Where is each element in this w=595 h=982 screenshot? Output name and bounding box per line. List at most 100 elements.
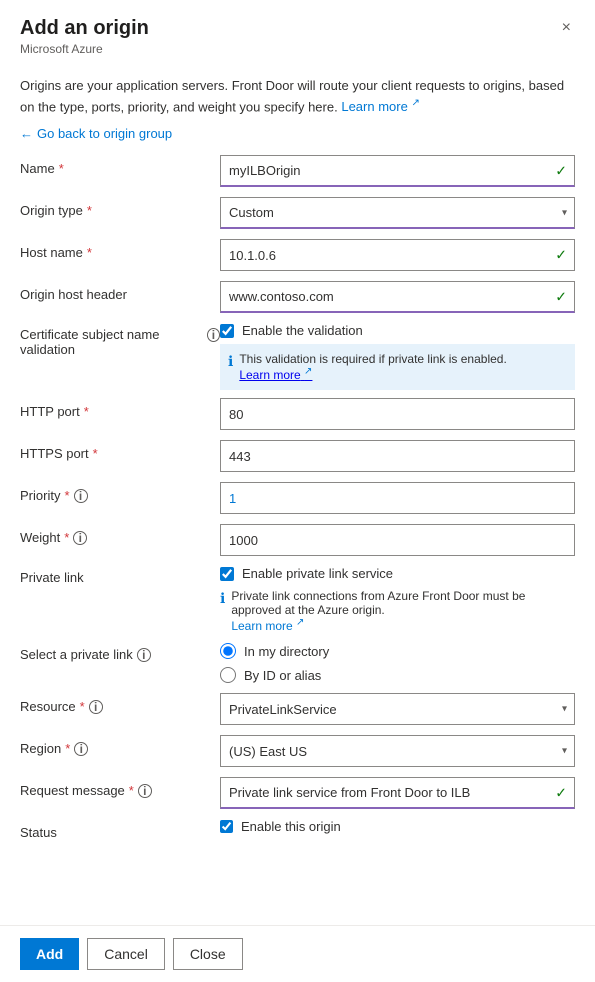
host-name-row: Host name * ✓ bbox=[20, 239, 575, 271]
name-row: Name * ✓ bbox=[20, 155, 575, 187]
priority-row: Priority * i bbox=[20, 482, 575, 514]
add-origin-dialog: Add an origin × Microsoft Azure Origins … bbox=[0, 0, 595, 982]
name-required: * bbox=[59, 161, 64, 176]
request-message-input[interactable] bbox=[220, 777, 575, 809]
cert-validation-checkbox-row: Enable the validation bbox=[220, 323, 575, 338]
region-required: * bbox=[65, 741, 70, 756]
host-name-label: Host name * bbox=[20, 239, 220, 260]
weight-row: Weight * i bbox=[20, 524, 575, 556]
origin-type-dropdown[interactable]: Custom Storage Cloud service Web App App… bbox=[220, 197, 575, 229]
priority-input[interactable] bbox=[220, 482, 575, 514]
cancel-button[interactable]: Cancel bbox=[87, 938, 165, 970]
region-info-icon[interactable]: i bbox=[74, 742, 88, 756]
cert-validation-checkbox[interactable] bbox=[220, 324, 234, 338]
https-port-label: HTTPS port * bbox=[20, 440, 220, 461]
cert-info-circle-icon: ℹ bbox=[228, 353, 233, 370]
name-control: ✓ bbox=[220, 155, 575, 187]
priority-control bbox=[220, 482, 575, 514]
priority-required: * bbox=[64, 488, 69, 503]
weight-required: * bbox=[64, 530, 69, 545]
radio-by-id-or-alias-input[interactable] bbox=[220, 667, 236, 683]
external-link-icon: ↗ bbox=[411, 98, 419, 109]
resource-info-icon[interactable]: i bbox=[89, 700, 103, 714]
cert-validation-checkbox-label: Enable the validation bbox=[242, 323, 363, 338]
info-text: Origins are your application servers. Fr… bbox=[20, 76, 575, 116]
request-message-row: Request message * i ✓ bbox=[20, 777, 575, 809]
http-port-control bbox=[220, 398, 575, 430]
resource-dropdown-wrapper: PrivateLinkService ▾ bbox=[220, 693, 575, 725]
back-to-origin-group-link[interactable]: ← Go back to origin group bbox=[20, 126, 172, 141]
origin-type-row: Origin type * Custom Storage Cloud servi… bbox=[20, 197, 575, 229]
radio-in-my-directory-input[interactable] bbox=[220, 643, 236, 659]
origin-type-label: Origin type * bbox=[20, 197, 220, 218]
weight-info-icon[interactable]: i bbox=[73, 531, 87, 545]
status-row: Status Enable this origin bbox=[20, 819, 575, 851]
radio-by-id-or-alias[interactable]: By ID or alias bbox=[220, 667, 575, 683]
add-button[interactable]: Add bbox=[20, 938, 79, 970]
cert-validation-label: Certificate subject name validation i bbox=[20, 323, 220, 357]
request-message-info-icon[interactable]: i bbox=[138, 784, 152, 798]
host-name-required: * bbox=[87, 245, 92, 260]
cert-ext-link-icon: ↗ bbox=[304, 366, 312, 377]
https-port-input[interactable] bbox=[220, 440, 575, 472]
origin-type-dropdown-wrapper: Custom Storage Cloud service Web App App… bbox=[220, 197, 575, 229]
name-check-icon: ✓ bbox=[555, 163, 567, 180]
private-link-radio-group: In my directory By ID or alias bbox=[220, 643, 575, 683]
weight-input[interactable] bbox=[220, 524, 575, 556]
resource-row: Resource * i PrivateLinkService ▾ bbox=[20, 693, 575, 725]
private-link-info-circle-icon: ℹ bbox=[220, 590, 225, 607]
cert-validation-info-icon[interactable]: i bbox=[207, 328, 220, 342]
private-link-label: Private link bbox=[20, 566, 220, 585]
close-footer-button[interactable]: Close bbox=[173, 938, 243, 970]
dialog-header: Add an origin × Microsoft Azure bbox=[0, 0, 595, 64]
radio-in-my-directory-label: In my directory bbox=[244, 644, 329, 659]
learn-more-link[interactable]: Learn more ↗ bbox=[341, 99, 420, 114]
select-private-link-info-icon[interactable]: i bbox=[137, 648, 151, 662]
status-checkbox-row: Enable this origin bbox=[220, 819, 575, 834]
http-port-input[interactable] bbox=[220, 398, 575, 430]
name-input[interactable] bbox=[220, 155, 575, 187]
origin-type-control: Custom Storage Cloud service Web App App… bbox=[220, 197, 575, 229]
private-link-row: Private link Enable private link service… bbox=[20, 566, 575, 633]
private-link-learn-more-link[interactable]: Learn more ↗ bbox=[231, 619, 304, 633]
dialog-title: Add an origin bbox=[20, 17, 149, 40]
weight-control bbox=[220, 524, 575, 556]
close-button[interactable]: × bbox=[558, 16, 575, 40]
region-label: Region * i bbox=[20, 735, 220, 756]
request-message-required: * bbox=[129, 783, 134, 798]
request-message-control: ✓ bbox=[220, 777, 575, 809]
resource-required: * bbox=[80, 699, 85, 714]
priority-info-icon[interactable]: i bbox=[74, 489, 88, 503]
private-link-ext-link-icon: ↗ bbox=[296, 617, 304, 628]
private-link-checkbox[interactable] bbox=[220, 567, 234, 581]
select-private-link-label: Select a private link i bbox=[20, 643, 220, 662]
http-port-label: HTTP port * bbox=[20, 398, 220, 419]
dialog-body: Origins are your application servers. Fr… bbox=[0, 64, 595, 925]
https-port-control bbox=[220, 440, 575, 472]
host-name-input[interactable] bbox=[220, 239, 575, 271]
private-link-checkbox-label: Enable private link service bbox=[242, 566, 393, 581]
status-control: Enable this origin bbox=[220, 819, 575, 834]
radio-in-my-directory[interactable]: In my directory bbox=[220, 643, 575, 659]
cert-validation-info: ℹ This validation is required if private… bbox=[220, 344, 575, 390]
cert-learn-more-link[interactable]: Learn more ↗ bbox=[239, 368, 312, 382]
https-port-row: HTTPS port * bbox=[20, 440, 575, 472]
region-row: Region * i (US) East US ▾ bbox=[20, 735, 575, 767]
region-dropdown[interactable]: (US) East US bbox=[220, 735, 575, 767]
select-private-link-row: Select a private link i In my directory … bbox=[20, 643, 575, 683]
cert-info-text: This validation is required if private l… bbox=[239, 352, 506, 382]
dialog-footer: Add Cancel Close bbox=[0, 925, 595, 982]
back-arrow-icon: ← bbox=[20, 126, 33, 141]
status-checkbox[interactable] bbox=[220, 820, 233, 833]
status-checkbox-label: Enable this origin bbox=[241, 819, 341, 834]
resource-dropdown[interactable]: PrivateLinkService bbox=[220, 693, 575, 725]
resource-control: PrivateLinkService ▾ bbox=[220, 693, 575, 725]
origin-host-header-input[interactable] bbox=[220, 281, 575, 313]
private-link-info: ℹ Private link connections from Azure Fr… bbox=[220, 589, 575, 633]
private-link-info-text: Private link connections from Azure Fron… bbox=[231, 589, 575, 633]
cert-validation-control: Enable the validation ℹ This validation … bbox=[220, 323, 575, 390]
private-link-checkbox-row: Enable private link service bbox=[220, 566, 575, 581]
region-control: (US) East US ▾ bbox=[220, 735, 575, 767]
host-name-control: ✓ bbox=[220, 239, 575, 271]
http-port-required: * bbox=[84, 404, 89, 419]
